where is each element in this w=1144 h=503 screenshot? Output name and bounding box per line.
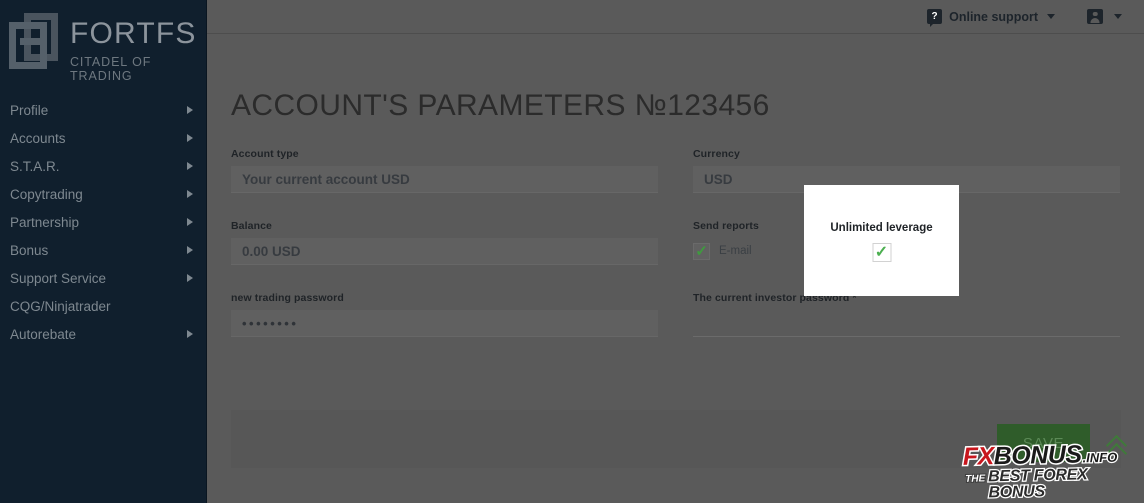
chevron-down-icon [1047,14,1055,19]
chevron-right-icon [187,246,193,254]
app-root: FORTFS CITADEL OF TRADING Profile Accoun… [0,0,1144,503]
user-account-icon [1087,9,1103,24]
form-footer-panel [231,410,1121,468]
page-title: ACCOUNT'S PARAMETERS №123456 [231,89,770,122]
sidebar-item-autorebate[interactable]: Autorebate [0,320,207,348]
save-button[interactable]: SAVE [997,424,1090,462]
check-icon: ✓ [874,243,889,261]
sidebar-item-partnership[interactable]: Partnership [0,208,207,236]
sidebar-item-accounts[interactable]: Accounts [0,124,207,152]
brand-subtitle: CITADEL OF TRADING [70,55,152,83]
unlimited-leverage-spotlight[interactable]: Unlimited leverage ✓ [804,185,959,296]
online-support-button[interactable]: ? Online support [927,9,1055,27]
online-support-label: Online support [949,9,1038,24]
question-bubble-icon: ? [927,9,943,27]
form-column-left: Balance 0.00 USD [231,220,658,292]
unlimited-leverage-checkbox[interactable]: ✓ [872,243,891,262]
unlimited-leverage-label: Unlimited leverage [830,222,933,234]
field-label: Currency [693,148,740,160]
sidebar-item-label: Profile [10,102,49,118]
account-type-input[interactable]: Your current account USD [231,166,658,193]
form-row-2: Balance 0.00 USD Send reports ✓ E-mail [231,220,1121,292]
sidebar-item-label: Bonus [10,242,49,258]
form-column-right: The current investor password * [693,292,1120,364]
new-trading-password-input[interactable]: •••••••• [231,310,658,337]
account-parameters-form: Account type Your current account USD Cu… [231,148,1121,364]
sidebar-item-label: Autorebate [10,326,77,342]
brand-title: FORTFS [70,17,197,50]
fortfs-logo-icon [6,10,64,72]
sidebar-item-copytrading[interactable]: Copytrading [0,180,207,208]
chevron-right-icon [187,190,193,198]
chevron-right-icon [187,274,193,282]
chevron-right-icon [187,218,193,226]
current-investor-password-input[interactable] [693,310,1120,337]
field-balance: Balance 0.00 USD [231,220,658,265]
chevron-right-icon [187,330,193,338]
form-row-1: Account type Your current account USD Cu… [231,148,1121,220]
sidebar-item-bonus[interactable]: Bonus [0,236,207,264]
check-icon: ✓ [695,242,708,260]
chevron-down-icon [1114,14,1122,19]
sidebar-item-star[interactable]: S.T.A.R. [0,152,207,180]
top-header-bar: ? Online support [207,0,1144,34]
chevron-right-icon [187,162,193,170]
checkbox-box[interactable]: ✓ [693,242,710,260]
field-label: new trading password [231,292,344,304]
field-current-investor-password: The current investor password * [693,292,1120,337]
sidebar-item-label: Support Service [10,270,107,286]
main-content: ACCOUNT'S PARAMETERS №123456 Account typ… [207,34,1144,503]
sidebar: FORTFS CITADEL OF TRADING Profile Accoun… [0,0,207,503]
brand-logo[interactable]: FORTFS CITADEL OF TRADING [0,0,207,83]
sidebar-item-label: Accounts [10,130,66,146]
sidebar-item-label: Partnership [10,214,80,230]
checkbox-label: E-mail [719,245,752,257]
sidebar-nav: Profile Accounts S.T.A.R. Copytrading Pa… [0,96,207,348]
double-chevron-up-icon[interactable] [1105,434,1130,465]
form-column-left: Account type Your current account USD [231,148,658,220]
user-account-menu[interactable] [1087,9,1122,24]
sidebar-item-label: Copytrading [10,186,83,202]
form-row-3: new trading password •••••••• The curren… [231,292,1121,364]
sidebar-item-support-service[interactable]: Support Service [0,264,207,292]
chevron-right-icon [187,134,193,142]
chevron-right-icon [187,106,193,114]
field-new-trading-password: new trading password •••••••• [231,292,658,337]
sidebar-item-cqg-ninjatrader[interactable]: CQG/Ninjatrader [0,292,207,320]
form-column-left: new trading password •••••••• [231,292,658,364]
sidebar-item-label: CQG/Ninjatrader [10,298,111,314]
balance-input[interactable]: 0.00 USD [231,238,658,265]
sidebar-item-label: S.T.A.R. [10,158,60,174]
field-label: Balance [231,220,272,232]
field-label: Account type [231,148,299,160]
sidebar-item-profile[interactable]: Profile [0,96,207,124]
field-account-type: Account type Your current account USD [231,148,658,193]
